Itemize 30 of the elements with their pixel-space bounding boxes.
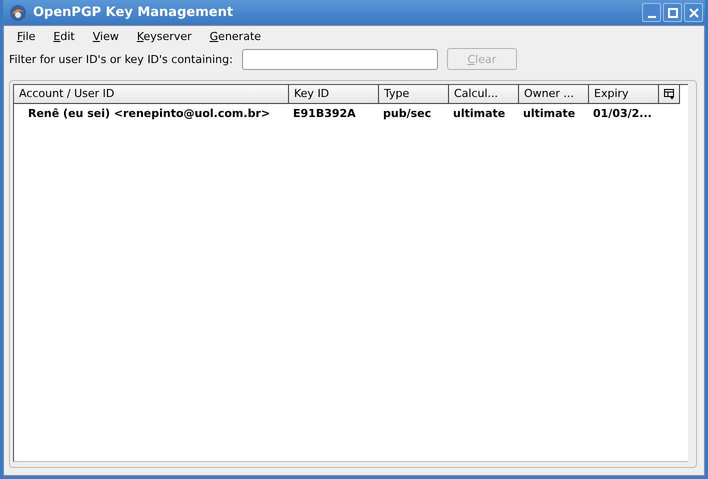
menu-item[interactable]: Edit (44, 30, 84, 42)
column-header[interactable]: Type (379, 85, 449, 104)
filter-field[interactable] (242, 48, 438, 70)
menu-item[interactable]: View (84, 30, 128, 42)
close-button[interactable] (684, 3, 703, 22)
minimize-icon (648, 16, 656, 18)
maximize-button[interactable] (663, 3, 682, 22)
app-icon (9, 4, 27, 22)
column-header[interactable]: Key ID (289, 85, 379, 104)
window-title: OpenPGP Key Management (33, 5, 234, 20)
close-icon (688, 8, 698, 18)
filter-label: Filter for user ID's or key ID's containing: (9, 52, 233, 66)
maximize-icon (668, 8, 678, 18)
table-cell-text: E91B392A (292, 106, 357, 120)
table-cell-text: ultimate (452, 106, 506, 120)
column-header[interactable]: Owner ... (519, 85, 589, 104)
column-header[interactable]: Account / User ID (14, 85, 289, 104)
table-cell-text: pub/sec (382, 106, 432, 120)
column-header[interactable]: Calcul... (449, 85, 519, 104)
key-row[interactable]: Renê (eu sei) <renepinto@uol.com.br> E91B392A pub/sec ultimate ultimate 01/03/2... (14, 104, 688, 122)
column-header[interactable]: Expiry (589, 85, 659, 104)
minimize-button[interactable] (642, 3, 661, 22)
menu-item[interactable]: Keyserver (128, 30, 201, 42)
table-cell-text: 01/03/2... (592, 106, 653, 120)
table-cell-text: Renê (eu sei) <renepinto@uol.com.br> (27, 106, 272, 120)
table-cell-text: ultimate (522, 106, 576, 120)
menu-item[interactable]: File (8, 30, 44, 42)
column-menu-icon (664, 88, 674, 100)
menu-item[interactable]: Generate (200, 30, 270, 42)
column-menu-button[interactable] (659, 85, 680, 104)
